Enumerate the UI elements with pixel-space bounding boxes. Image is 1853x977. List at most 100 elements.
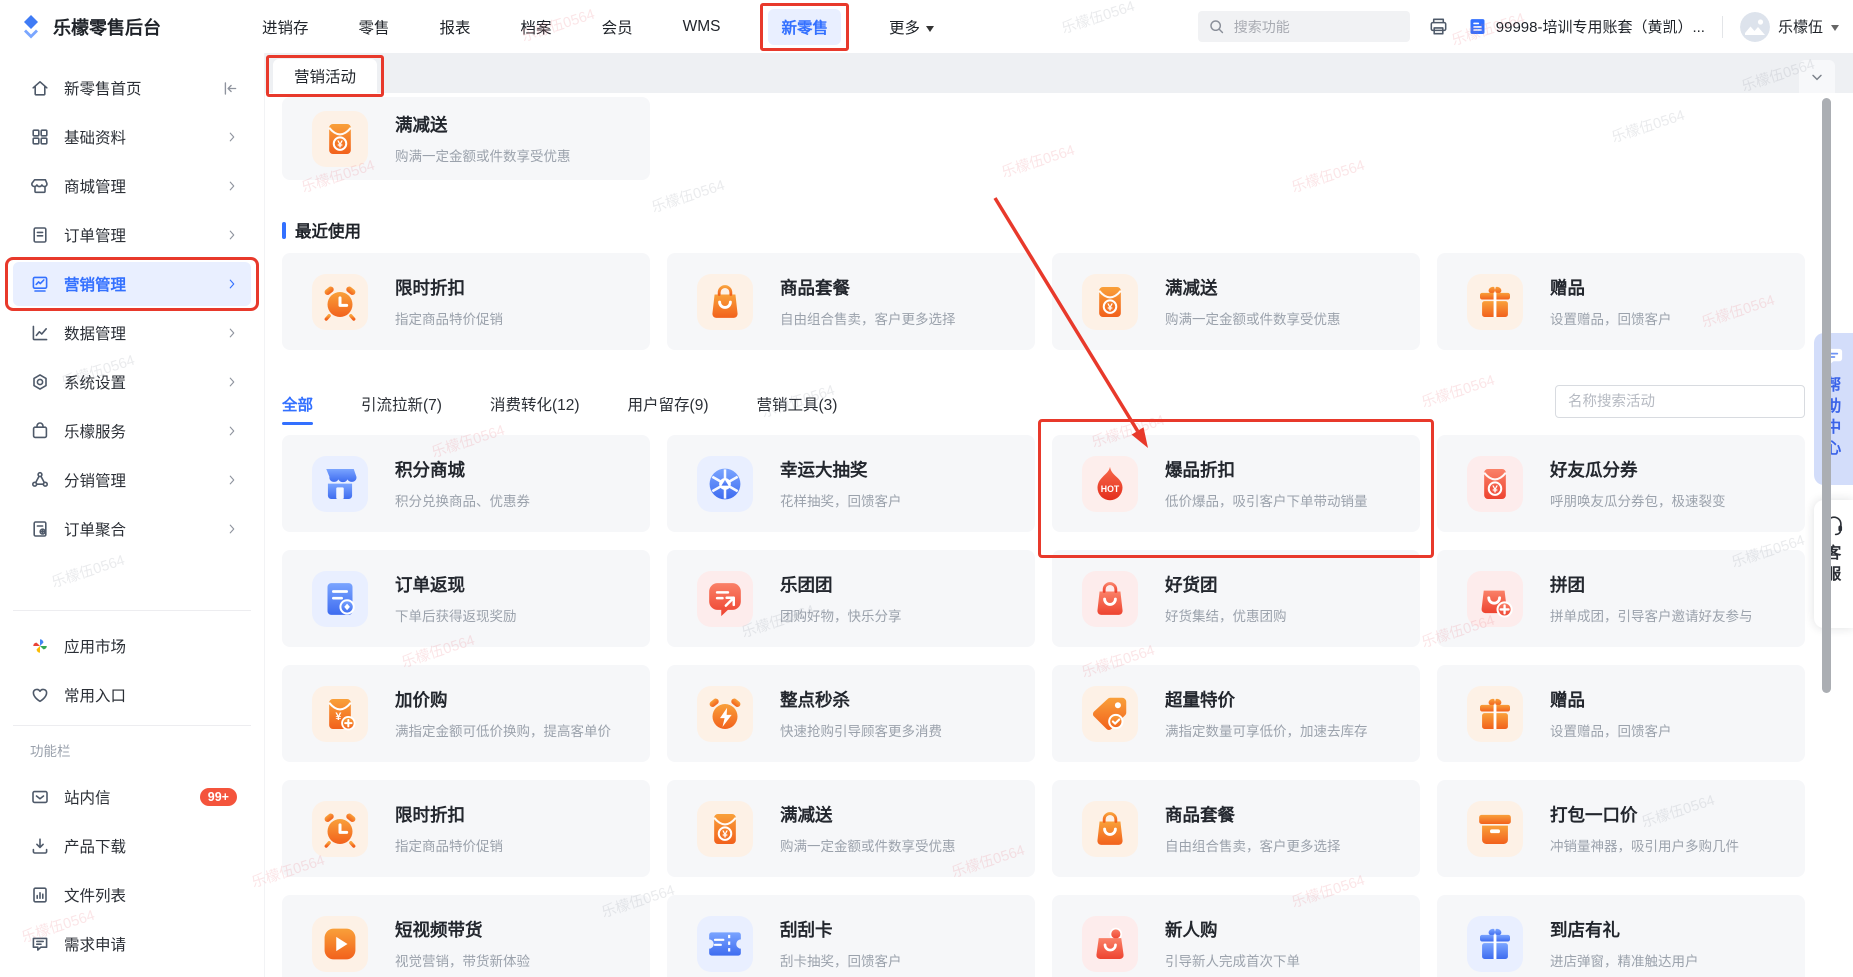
- activity-card-超量特价[interactable]: 超量特价 满指定数量可享低价，加速去库存: [1052, 665, 1420, 762]
- card-text: 拼团 拼单成团，引导客户邀请好友参与: [1550, 572, 1753, 625]
- user-name: 乐檬伍: [1777, 19, 1823, 36]
- card-desc: 引导新人完成首次下单: [1165, 954, 1300, 969]
- distribution-icon: [30, 470, 50, 490]
- activity-card-打包一口价[interactable]: 打包一口价 冲销量神器，吸引用户多购几件: [1437, 780, 1805, 877]
- sidebar-item-文件列表[interactable]: 文件列表: [13, 873, 251, 917]
- activity-card-recent-商品套餐[interactable]: 商品套餐 自由组合售卖，客户更多选择: [667, 253, 1035, 350]
- request-icon: [30, 934, 50, 954]
- help-center-tab[interactable]: 帮助中心: [1814, 333, 1853, 485]
- nav-item-WMS[interactable]: WMS: [681, 11, 723, 43]
- sidebar-item-常用入口[interactable]: 常用入口: [13, 673, 251, 717]
- bag-icon: [1082, 800, 1138, 857]
- sidebar-item-基础资料[interactable]: 基础资料: [13, 115, 251, 159]
- sidebar-item-label: 系统设置: [64, 375, 127, 392]
- activity-card-满减送[interactable]: ¥ 满减送 购满一定金额或件数享受优惠: [667, 780, 1035, 877]
- sidebar-item-label: 基础资料: [64, 130, 127, 147]
- vertical-scrollbar[interactable]: [1822, 98, 1831, 693]
- sidebar-item-label: 应用市场: [64, 639, 127, 656]
- activity-card-到店有礼[interactable]: 到店有礼 进店弹窗，精准触达用户: [1437, 895, 1805, 977]
- bag-icon: [1082, 570, 1138, 627]
- card-title: 好友瓜分券: [1550, 460, 1638, 480]
- sidebar-item-label: 营销管理: [64, 277, 127, 294]
- card-text: 刮刮卡 刮卡抽奖，回馈客户: [780, 917, 902, 970]
- gift-icon: [1467, 915, 1523, 972]
- nav-item-会员[interactable]: 会员: [600, 9, 635, 45]
- sidebar-item-数据管理[interactable]: 数据管理: [13, 311, 251, 355]
- collapse-sidebar-icon[interactable]: [222, 80, 239, 97]
- sidebar-item-分销管理[interactable]: 分销管理: [13, 458, 251, 502]
- store-icon: [312, 455, 368, 512]
- sidebar-item-新零售首页[interactable]: 新零售首页: [13, 66, 251, 110]
- card-title: 订单返现: [395, 575, 465, 595]
- activity-card-拼团[interactable]: 拼团 拼单成团，引导客户邀请好友参与: [1437, 550, 1805, 647]
- nav-item-进销存[interactable]: 进销存: [260, 9, 311, 45]
- sidebar-item-产品下载[interactable]: 产品下载: [13, 824, 251, 868]
- account-selector[interactable]: 99998-培训专用账套（黄凯）...: [1467, 16, 1705, 37]
- activity-card-爆品折扣[interactable]: HOT 爆品折扣 低价爆品，吸引客户下单带动销量: [1038, 419, 1434, 558]
- activity-card-赠品[interactable]: 赠品 设置赠品，回馈客户: [1437, 665, 1805, 762]
- activity-card-短视频带货[interactable]: 短视频带货 视觉营销，带货新体验: [282, 895, 650, 977]
- main-content: ¥ 满减送 购满一定金额或件数享受优惠 最近使用 限时折扣 指定商品特价促销 商品套餐自…: [265, 93, 1853, 977]
- activity-card-限时折扣[interactable]: 限时折扣 指定商品特价促销: [282, 780, 650, 877]
- activity-card-整点秒杀[interactable]: 整点秒杀 快速抢购引导顾客更多消费: [667, 665, 1035, 762]
- nav-item-更多[interactable]: 更多: [887, 9, 936, 45]
- sidebar-item-乐檬服务[interactable]: 乐檬服务: [13, 409, 251, 453]
- nav-item-报表[interactable]: 报表: [438, 9, 473, 45]
- card-text: 赠品 设置赠品，回馈客户: [1550, 687, 1672, 740]
- activity-card-加价购[interactable]: ¥ 加价购 满指定金额可低价换购，提高客单价: [282, 665, 650, 762]
- sidebar-item-站内信[interactable]: 站内信 99+: [13, 775, 251, 819]
- category-tab-消费转化(12)[interactable]: 消费转化(12): [490, 383, 580, 425]
- top-navbar: 乐檬零售后台 进销存 零售 报表 档案 会员 WMS 新零售 更多 99998-培训专用账套（…: [0, 0, 1853, 53]
- category-tab-引流拉新(7)[interactable]: 引流拉新(7): [361, 383, 442, 425]
- activity-card-top-满减送[interactable]: ¥ 满减送 购满一定金额或件数享受优惠: [282, 97, 650, 180]
- card-text: 满减送 购满一定金额或件数享受优惠: [395, 112, 571, 165]
- app-logo[interactable]: 乐檬零售后台: [18, 14, 260, 40]
- gift-icon: [1467, 685, 1523, 742]
- sidebar-item-系统设置[interactable]: 系统设置: [13, 360, 251, 404]
- card-text: 短视频带货 视觉营销，带货新体验: [395, 917, 530, 970]
- sidebar-item-label: 分销管理: [64, 473, 127, 490]
- sidebar-item-营销管理[interactable]: 营销管理: [5, 257, 259, 311]
- activity-card-幸运大抽奖[interactable]: 幸运大抽奖 花样抽奖，回馈客户: [667, 435, 1035, 532]
- card-title: 超量特价: [1165, 690, 1235, 710]
- global-search-input[interactable]: [1231, 17, 1400, 36]
- aggregate-icon: [30, 519, 50, 539]
- customer-service-tab[interactable]: 客服: [1814, 500, 1853, 628]
- chevron-down-icon: [1831, 24, 1839, 35]
- activity-card-好友瓜分券[interactable]: ¥ 好友瓜分券 呼朋唤友瓜分券包，极速裂变: [1437, 435, 1805, 532]
- activity-card-商品套餐[interactable]: 商品套餐 自由组合售卖，客户更多选择: [1052, 780, 1420, 877]
- clock-icon: [312, 273, 368, 330]
- card-desc: 购满一定金额或件数享受优惠: [395, 149, 571, 164]
- nav-item-新零售[interactable]: 新零售: [760, 2, 849, 51]
- strip-collapse-button[interactable]: [1799, 60, 1835, 93]
- sidebar-item-商城管理[interactable]: 商城管理: [13, 164, 251, 208]
- card-desc: 视觉营销，带货新体验: [395, 954, 530, 969]
- activity-card-recent-限时折扣[interactable]: 限时折扣 指定商品特价促销: [282, 253, 650, 350]
- user-menu[interactable]: 乐檬伍: [1739, 11, 1839, 42]
- activity-card-recent-赠品[interactable]: 赠品 设置赠品，回馈客户: [1437, 253, 1805, 350]
- category-tab-营销工具(3)[interactable]: 营销工具(3): [757, 383, 838, 425]
- nav-item-档案[interactable]: 档案: [519, 9, 554, 45]
- nav-item-零售[interactable]: 零售: [357, 9, 392, 45]
- activity-card-订单返现[interactable]: 订单返现 下单后获得返现奖励: [282, 550, 650, 647]
- activity-card-积分商城[interactable]: 积分商城 积分兑换商品、优惠券: [282, 435, 650, 532]
- card-title: 好货团: [1165, 575, 1218, 595]
- card-title: 限时折扣: [395, 805, 465, 825]
- printer-icon[interactable]: [1427, 15, 1450, 38]
- activity-card-新人购[interactable]: 新人购 引导新人完成首次下单: [1052, 895, 1420, 977]
- category-tab-全部[interactable]: 全部: [282, 383, 314, 425]
- activity-card-乐团团[interactable]: 乐团团 团购好物，快乐分享: [667, 550, 1035, 647]
- sidebar-item-订单聚合[interactable]: 订单聚合: [13, 507, 251, 551]
- sidebar-item-订单管理[interactable]: 订单管理: [13, 213, 251, 257]
- category-tab-用户留存(9)[interactable]: 用户留存(9): [628, 383, 709, 425]
- tab-marketing-activity[interactable]: 营销活动: [266, 55, 384, 97]
- sidebar-item-应用市场[interactable]: 应用市场: [13, 624, 251, 668]
- global-search[interactable]: [1197, 11, 1410, 42]
- activity-card-好货团[interactable]: 好货团 好货集结，优惠团购: [1052, 550, 1420, 647]
- sidebar-item-需求申请[interactable]: 需求申请: [13, 922, 251, 966]
- activity-card-recent-满减送[interactable]: ¥ 满减送 购满一定金额或件数享受优惠: [1052, 253, 1420, 350]
- activity-card-刮刮卡[interactable]: 刮刮卡 刮卡抽奖，回馈客户: [667, 895, 1035, 977]
- activity-search-input[interactable]: [1555, 385, 1805, 418]
- sidebar-item-label: 新零售首页: [64, 81, 142, 98]
- sidebar-item-label: 站内信: [64, 790, 111, 807]
